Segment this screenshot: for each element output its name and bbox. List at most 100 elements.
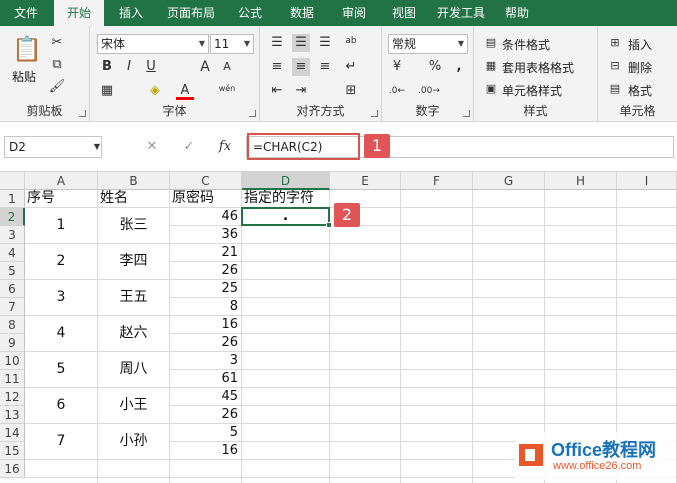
merge-center-icon[interactable]: ⊞ bbox=[342, 82, 360, 100]
font-size-dropdown-icon[interactable]: ▼ bbox=[241, 35, 253, 53]
ribbon-tab[interactable]: 数据 bbox=[276, 0, 328, 26]
row-header[interactable]: 1 bbox=[0, 190, 25, 208]
underline-button[interactable]: U bbox=[142, 58, 160, 76]
align-right-icon[interactable]: ≡ bbox=[316, 58, 334, 76]
paste-icon[interactable]: 📋 bbox=[12, 34, 42, 64]
insert-function-button[interactable]: fx bbox=[216, 138, 234, 156]
paste-button[interactable]: 粘贴 bbox=[12, 68, 36, 85]
code-cell[interactable]: 45 bbox=[170, 388, 241, 405]
phonetic-button[interactable]: wén bbox=[218, 80, 236, 98]
name-box-dropdown-icon[interactable]: ▼ bbox=[88, 138, 106, 156]
row-header[interactable]: 6 bbox=[0, 280, 25, 298]
row-header[interactable]: 8 bbox=[0, 316, 25, 334]
ribbon-tab[interactable]: 页面布局 bbox=[158, 0, 224, 26]
row-header[interactable]: 11 bbox=[0, 370, 25, 388]
code-cell[interactable]: 26 bbox=[170, 262, 241, 279]
code-cell[interactable]: 16 bbox=[170, 316, 241, 333]
merged-seq-cell[interactable]: 3 bbox=[25, 280, 98, 316]
code-cell[interactable]: 8 bbox=[170, 298, 241, 315]
currency-icon[interactable]: ¥ bbox=[388, 58, 406, 76]
number-format-dropdown-icon[interactable]: ▼ bbox=[455, 35, 467, 53]
row-header[interactable]: 9 bbox=[0, 334, 25, 352]
number-launcher[interactable] bbox=[463, 110, 470, 117]
align-left-icon[interactable]: ≡ bbox=[268, 58, 286, 76]
font-name-select[interactable]: 宋体 ▼ bbox=[97, 34, 209, 54]
header-cell-char[interactable]: 指定的字符 bbox=[242, 190, 329, 207]
ribbon-tab[interactable]: 公式 bbox=[226, 0, 274, 26]
row-header[interactable]: 14 bbox=[0, 424, 25, 442]
row-header[interactable]: 4 bbox=[0, 244, 25, 262]
merged-name-cell[interactable]: 李四 bbox=[98, 244, 170, 280]
code-cell[interactable]: 36 bbox=[170, 226, 241, 243]
merged-name-cell[interactable]: 赵六 bbox=[98, 316, 170, 352]
ribbon-tab[interactable]: 开发工具 bbox=[430, 0, 492, 26]
percent-button[interactable]: % bbox=[426, 58, 444, 76]
merged-name-cell[interactable]: 小孙 bbox=[98, 424, 170, 460]
decrease-indent-icon[interactable]: ⇤ bbox=[268, 82, 286, 100]
header-cell-name[interactable]: 姓名 bbox=[98, 190, 169, 207]
fill-color-icon[interactable]: ◈ bbox=[146, 82, 164, 100]
column-header[interactable]: E bbox=[330, 172, 401, 190]
ribbon-tab[interactable]: 插入 bbox=[106, 0, 156, 26]
delete-cells-button[interactable]: 删除 bbox=[628, 59, 652, 76]
column-header[interactable]: C bbox=[170, 172, 242, 190]
merged-seq-cell[interactable]: 4 bbox=[25, 316, 98, 352]
row-header[interactable]: 3 bbox=[0, 226, 25, 244]
align-top-icon[interactable]: ☰ bbox=[268, 34, 286, 52]
header-cell-code[interactable]: 原密码 bbox=[170, 190, 241, 207]
cell-styles-button[interactable]: 单元格样式 bbox=[502, 82, 562, 99]
selected-cell-d2[interactable] bbox=[241, 207, 332, 228]
align-bottom-icon[interactable]: ☰ bbox=[316, 34, 334, 52]
align-middle-icon[interactable]: ☰ bbox=[292, 34, 310, 52]
insert-cells-button[interactable]: 插入 bbox=[628, 36, 652, 53]
increase-decimal-icon[interactable]: .0← bbox=[388, 82, 406, 100]
merged-seq-cell[interactable]: 1 bbox=[25, 208, 98, 244]
decrease-decimal-icon[interactable]: .00→ bbox=[418, 82, 440, 100]
alignment-launcher[interactable] bbox=[371, 110, 378, 117]
font-color-button[interactable]: A bbox=[176, 82, 194, 100]
row-header[interactable]: 15 bbox=[0, 442, 25, 460]
ribbon-tab[interactable]: 审阅 bbox=[330, 0, 378, 26]
code-cell[interactable]: 16 bbox=[170, 442, 241, 459]
merged-name-cell[interactable]: 张三 bbox=[98, 208, 170, 244]
code-cell[interactable]: 21 bbox=[170, 244, 241, 261]
italic-button[interactable]: I bbox=[120, 58, 138, 76]
format-as-table-button[interactable]: 套用表格格式 bbox=[502, 59, 574, 76]
merged-seq-cell[interactable]: 2 bbox=[25, 244, 98, 280]
cut-icon[interactable]: ✂ bbox=[48, 34, 66, 52]
row-header[interactable]: 5 bbox=[0, 262, 25, 280]
format-painter-icon[interactable]: 🖌 bbox=[48, 78, 66, 96]
comma-button[interactable]: , bbox=[450, 58, 468, 76]
clipboard-launcher[interactable] bbox=[79, 110, 86, 117]
row-header[interactable]: 2 bbox=[0, 208, 25, 226]
increase-indent-icon[interactable]: ⇥ bbox=[292, 82, 310, 100]
select-all-corner[interactable] bbox=[0, 172, 25, 190]
column-header[interactable]: D bbox=[242, 172, 330, 190]
row-header[interactable]: 12 bbox=[0, 388, 25, 406]
code-cell[interactable]: 26 bbox=[170, 406, 241, 423]
copy-icon[interactable]: ⧉ bbox=[48, 56, 66, 74]
font-launcher[interactable] bbox=[249, 110, 256, 117]
merged-name-cell[interactable]: 王五 bbox=[98, 280, 170, 316]
row-header[interactable]: 16 bbox=[0, 460, 25, 478]
shrink-font-button[interactable]: A bbox=[218, 58, 236, 76]
column-header[interactable]: G bbox=[473, 172, 545, 190]
merged-name-cell[interactable]: 周八 bbox=[98, 352, 170, 388]
align-center-icon[interactable]: ≡ bbox=[292, 58, 310, 76]
orientation-button[interactable]: ab bbox=[342, 32, 360, 50]
font-size-select[interactable]: 11 ▼ bbox=[210, 34, 254, 54]
merged-seq-cell[interactable]: 6 bbox=[25, 388, 98, 424]
row-header[interactable]: 13 bbox=[0, 406, 25, 424]
code-cell[interactable]: 3 bbox=[170, 352, 241, 369]
wrap-text-icon[interactable]: ↵ bbox=[342, 58, 360, 76]
number-format-select[interactable]: 常规 ▼ bbox=[388, 34, 468, 54]
code-cell[interactable]: 25 bbox=[170, 280, 241, 297]
merged-seq-cell[interactable]: 7 bbox=[25, 424, 98, 460]
column-header[interactable]: H bbox=[545, 172, 617, 190]
font-name-dropdown-icon[interactable]: ▼ bbox=[196, 35, 208, 53]
format-cells-button[interactable]: 格式 bbox=[628, 82, 652, 99]
header-cell-seq[interactable]: 序号 bbox=[25, 190, 97, 207]
bold-button[interactable]: B bbox=[98, 58, 116, 76]
merged-seq-cell[interactable]: 5 bbox=[25, 352, 98, 388]
fill-handle[interactable] bbox=[326, 222, 332, 228]
